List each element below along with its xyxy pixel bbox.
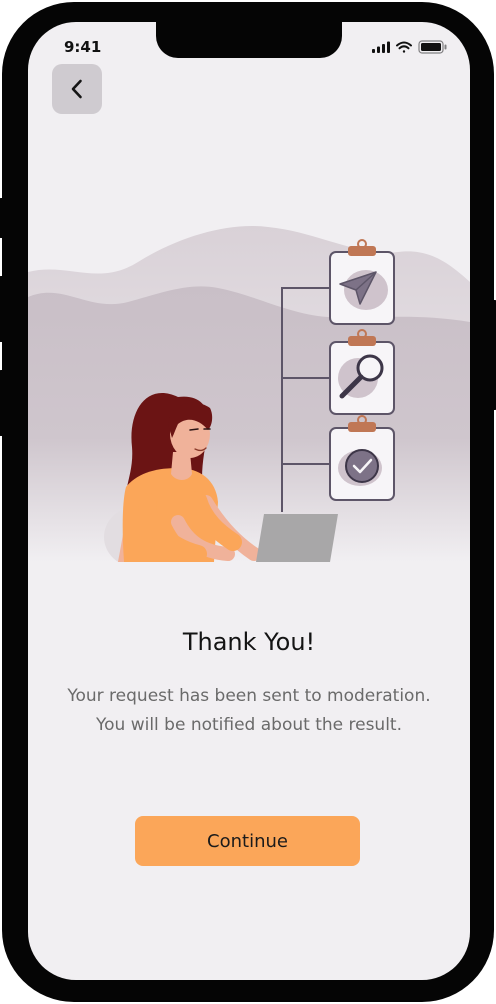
phone-power-button xyxy=(492,300,496,410)
battery-icon xyxy=(418,40,447,54)
phone-volume-down-button xyxy=(0,370,4,436)
moderation-illustration xyxy=(28,226,470,562)
page-title: Thank You! xyxy=(182,628,316,656)
checkmark-icon xyxy=(345,449,379,483)
clipboard-approved xyxy=(329,415,395,501)
status-time: 9:41 xyxy=(64,38,102,56)
phone-silent-switch xyxy=(0,198,4,238)
status-icons xyxy=(372,40,447,54)
clipboard-send xyxy=(329,239,395,325)
chevron-left-icon xyxy=(71,79,82,99)
wifi-icon xyxy=(396,41,412,53)
phone-mockup: 9:41 Thank You! Your request has been se… xyxy=(0,0,496,1004)
back-button[interactable] xyxy=(52,64,102,114)
app-screen: 9:41 Thank You! Your request has been se… xyxy=(28,22,470,980)
confirmation-message-line-2: You will be notified about the result. xyxy=(95,715,403,735)
continue-button[interactable]: Continue xyxy=(135,816,360,866)
confirmation-message-line-1: Your request has been sent to moderation… xyxy=(67,686,431,706)
confirmation-message: Your request has been sent to moderation… xyxy=(28,682,470,740)
phone-volume-up-button xyxy=(0,276,4,342)
background-hills xyxy=(28,226,470,562)
clipboard-search xyxy=(329,329,395,415)
phone-notch xyxy=(156,22,342,58)
cellular-signal-icon xyxy=(372,41,390,53)
